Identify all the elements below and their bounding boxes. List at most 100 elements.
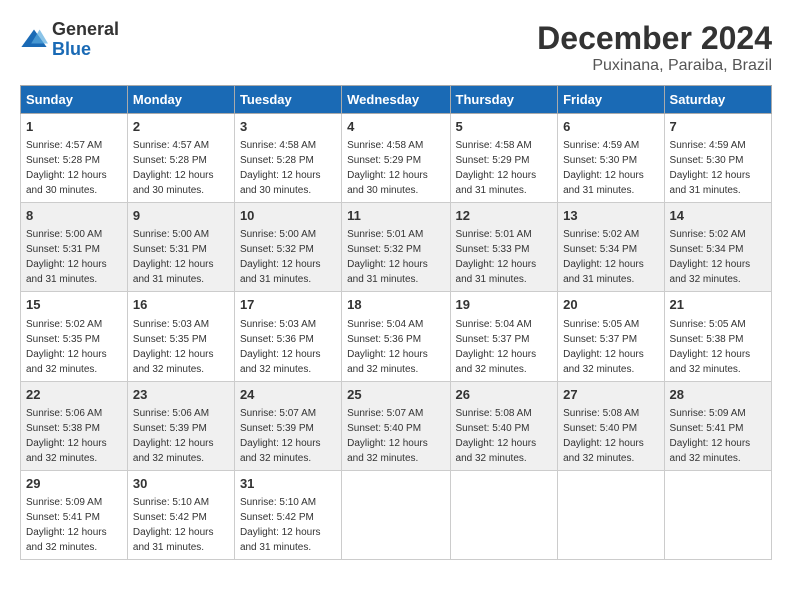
day-number: 8 [26, 207, 122, 225]
day-number: 28 [670, 386, 766, 404]
day-info: Sunrise: 5:10 AMSunset: 5:42 PMDaylight:… [133, 497, 214, 553]
calendar-day-cell: 30Sunrise: 5:10 AMSunset: 5:42 PMDayligh… [127, 470, 234, 559]
logo-text: General Blue [52, 20, 119, 60]
day-info: Sunrise: 4:58 AMSunset: 5:29 PMDaylight:… [347, 140, 428, 196]
day-number: 15 [26, 296, 122, 314]
day-info: Sunrise: 4:58 AMSunset: 5:28 PMDaylight:… [240, 140, 321, 196]
calendar-day-cell: 14 Sunrise: 5:02 AMSunset: 5:34 PMDayligh… [664, 203, 771, 292]
calendar-day-cell: 29Sunrise: 5:09 AMSunset: 5:41 PMDayligh… [21, 470, 128, 559]
calendar-table: SundayMondayTuesdayWednesdayThursdayFrid… [20, 85, 772, 560]
day-info: Sunrise: 5:08 AMSunset: 5:40 PMDaylight:… [563, 408, 644, 464]
calendar-day-cell: 28 Sunrise: 5:09 AMSunset: 5:41 PMDayligh… [664, 381, 771, 470]
calendar-day-cell: 11 Sunrise: 5:01 AMSunset: 5:32 PMDayligh… [342, 203, 450, 292]
day-number: 10 [240, 207, 336, 225]
calendar-day-cell: 3 Sunrise: 4:58 AMSunset: 5:28 PMDaylight… [234, 114, 341, 203]
day-info: Sunrise: 5:05 AMSunset: 5:37 PMDaylight:… [563, 319, 644, 375]
day-info: Sunrise: 4:57 AMSunset: 5:28 PMDaylight:… [133, 140, 214, 196]
calendar-day-cell: 25 Sunrise: 5:07 AMSunset: 5:40 PMDayligh… [342, 381, 450, 470]
day-info: Sunrise: 5:01 AMSunset: 5:32 PMDaylight:… [347, 229, 428, 285]
weekday-header-cell: Monday [127, 86, 234, 114]
calendar-day-cell: 2 Sunrise: 4:57 AMSunset: 5:28 PMDaylight… [127, 114, 234, 203]
day-number: 25 [347, 386, 444, 404]
calendar-day-cell: 18Sunrise: 5:04 AMSunset: 5:36 PMDayligh… [342, 292, 450, 381]
calendar-day-cell: 7 Sunrise: 4:59 AMSunset: 5:30 PMDaylight… [664, 114, 771, 203]
day-number: 17 [240, 296, 336, 314]
day-number: 9 [133, 207, 229, 225]
calendar-day-cell: 5Sunrise: 4:58 AMSunset: 5:29 PMDaylight… [450, 114, 558, 203]
calendar-day-cell: 6 Sunrise: 4:59 AMSunset: 5:30 PMDaylight… [558, 114, 664, 203]
calendar-day-cell: 8 Sunrise: 5:00 AMSunset: 5:31 PMDaylight… [21, 203, 128, 292]
day-number: 26 [456, 386, 553, 404]
calendar-day-cell: 10 Sunrise: 5:00 AMSunset: 5:32 PMDayligh… [234, 203, 341, 292]
day-number: 12 [456, 207, 553, 225]
logo-blue: Blue [52, 40, 119, 60]
day-number: 11 [347, 207, 444, 225]
day-number: 14 [670, 207, 766, 225]
day-info: Sunrise: 5:00 AMSunset: 5:31 PMDaylight:… [26, 229, 107, 285]
day-number: 3 [240, 118, 336, 136]
header: General Blue December 2024 Puxinana, Par… [20, 20, 772, 75]
calendar-day-cell [342, 470, 450, 559]
calendar-day-cell: 17Sunrise: 5:03 AMSunset: 5:36 PMDayligh… [234, 292, 341, 381]
logo: General Blue [20, 20, 119, 60]
day-info: Sunrise: 5:01 AMSunset: 5:33 PMDaylight:… [456, 229, 537, 285]
calendar-day-cell: 9 Sunrise: 5:00 AMSunset: 5:31 PMDaylight… [127, 203, 234, 292]
calendar-day-cell [664, 470, 771, 559]
calendar-body: 1 Sunrise: 4:57 AMSunset: 5:28 PMDaylight… [21, 114, 772, 560]
day-number: 2 [133, 118, 229, 136]
day-info: Sunrise: 5:02 AMSunset: 5:35 PMDaylight:… [26, 319, 107, 375]
calendar-day-cell [558, 470, 664, 559]
day-number: 5 [456, 118, 553, 136]
day-number: 6 [563, 118, 658, 136]
calendar-day-cell: 26 Sunrise: 5:08 AMSunset: 5:40 PMDayligh… [450, 381, 558, 470]
calendar-day-cell: 31Sunrise: 5:10 AMSunset: 5:42 PMDayligh… [234, 470, 341, 559]
day-number: 24 [240, 386, 336, 404]
calendar-day-cell: 24 Sunrise: 5:07 AMSunset: 5:39 PMDayligh… [234, 381, 341, 470]
day-number: 23 [133, 386, 229, 404]
day-number: 1 [26, 118, 122, 136]
calendar-day-cell: 1 Sunrise: 4:57 AMSunset: 5:28 PMDaylight… [21, 114, 128, 203]
calendar-day-cell: 13 Sunrise: 5:02 AMSunset: 5:34 PMDayligh… [558, 203, 664, 292]
day-number: 7 [670, 118, 766, 136]
day-info: Sunrise: 5:08 AMSunset: 5:40 PMDaylight:… [456, 408, 537, 464]
logo-icon [20, 26, 48, 54]
day-info: Sunrise: 5:02 AMSunset: 5:34 PMDaylight:… [563, 229, 644, 285]
day-info: Sunrise: 5:00 AMSunset: 5:31 PMDaylight:… [133, 229, 214, 285]
day-info: Sunrise: 5:06 AMSunset: 5:39 PMDaylight:… [133, 408, 214, 464]
calendar-day-cell [450, 470, 558, 559]
day-info: Sunrise: 5:00 AMSunset: 5:32 PMDaylight:… [240, 229, 321, 285]
day-info: Sunrise: 5:03 AMSunset: 5:35 PMDaylight:… [133, 319, 214, 375]
calendar-day-cell: 12 Sunrise: 5:01 AMSunset: 5:33 PMDayligh… [450, 203, 558, 292]
day-number: 13 [563, 207, 658, 225]
day-number: 21 [670, 296, 766, 314]
day-number: 20 [563, 296, 658, 314]
day-info: Sunrise: 5:02 AMSunset: 5:34 PMDaylight:… [670, 229, 751, 285]
calendar-week-row: 29Sunrise: 5:09 AMSunset: 5:41 PMDayligh… [21, 470, 772, 559]
day-info: Sunrise: 4:59 AMSunset: 5:30 PMDaylight:… [670, 140, 751, 196]
day-number: 4 [347, 118, 444, 136]
day-number: 31 [240, 475, 336, 493]
weekday-header-cell: Saturday [664, 86, 771, 114]
calendar-day-cell: 4 Sunrise: 4:58 AMSunset: 5:29 PMDaylight… [342, 114, 450, 203]
day-info: Sunrise: 5:07 AMSunset: 5:39 PMDaylight:… [240, 408, 321, 464]
calendar-day-cell: 16 Sunrise: 5:03 AMSunset: 5:35 PMDayligh… [127, 292, 234, 381]
day-number: 29 [26, 475, 122, 493]
day-number: 16 [133, 296, 229, 314]
calendar-week-row: 15 Sunrise: 5:02 AMSunset: 5:35 PMDayligh… [21, 292, 772, 381]
day-info: Sunrise: 4:57 AMSunset: 5:28 PMDaylight:… [26, 140, 107, 196]
calendar-day-cell: 19Sunrise: 5:04 AMSunset: 5:37 PMDayligh… [450, 292, 558, 381]
calendar-day-cell: 21Sunrise: 5:05 AMSunset: 5:38 PMDayligh… [664, 292, 771, 381]
calendar-week-row: 1 Sunrise: 4:57 AMSunset: 5:28 PMDaylight… [21, 114, 772, 203]
weekday-header-cell: Tuesday [234, 86, 341, 114]
day-info: Sunrise: 5:09 AMSunset: 5:41 PMDaylight:… [670, 408, 751, 464]
weekday-header-cell: Friday [558, 86, 664, 114]
title-area: December 2024 Puxinana, Paraiba, Brazil [537, 20, 772, 75]
day-info: Sunrise: 4:59 AMSunset: 5:30 PMDaylight:… [563, 140, 644, 196]
calendar-day-cell: 27Sunrise: 5:08 AMSunset: 5:40 PMDayligh… [558, 381, 664, 470]
weekday-header-row: SundayMondayTuesdayWednesdayThursdayFrid… [21, 86, 772, 114]
day-number: 19 [456, 296, 553, 314]
weekday-header-cell: Wednesday [342, 86, 450, 114]
calendar-day-cell: 20 Sunrise: 5:05 AMSunset: 5:37 PMDayligh… [558, 292, 664, 381]
day-number: 18 [347, 296, 444, 314]
day-info: Sunrise: 5:07 AMSunset: 5:40 PMDaylight:… [347, 408, 428, 464]
